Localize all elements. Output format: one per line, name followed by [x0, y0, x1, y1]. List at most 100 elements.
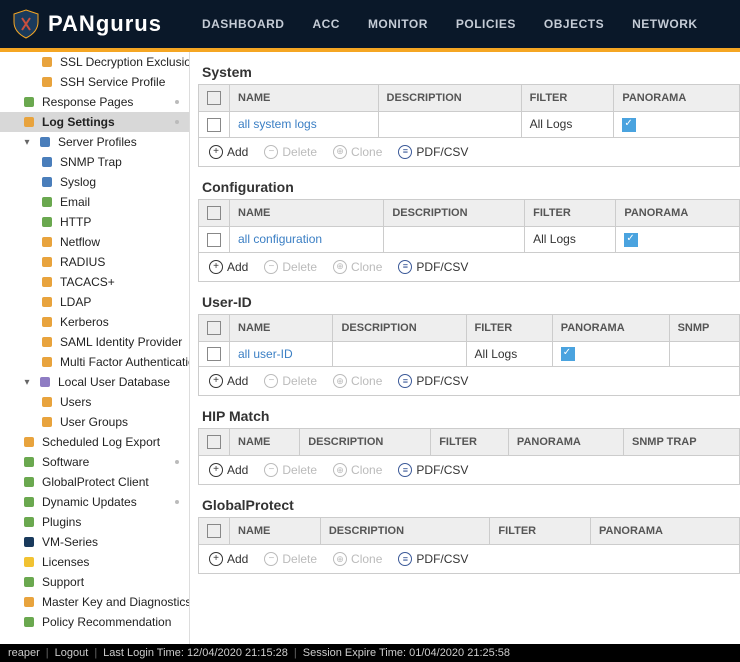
column-header[interactable]: FILTER: [431, 429, 509, 456]
column-header[interactable]: NAME: [230, 314, 333, 341]
nav-objects[interactable]: OBJECTS: [544, 17, 604, 31]
nav-dashboard[interactable]: DASHBOARD: [202, 17, 285, 31]
row-checkbox[interactable]: [207, 233, 221, 247]
sidebar-item-ldap[interactable]: LDAP: [0, 292, 189, 312]
row-checkbox[interactable]: [207, 347, 221, 361]
nav-monitor[interactable]: MONITOR: [368, 17, 428, 31]
add-button[interactable]: Add: [203, 550, 254, 568]
sidebar-item-tacacs-[interactable]: TACACS+: [0, 272, 189, 292]
user-orange-icon: [40, 395, 54, 409]
delete-button[interactable]: Delete: [258, 372, 323, 390]
sidebar-item-log-settings[interactable]: Log Settings: [0, 112, 189, 132]
column-header[interactable]: FILTER: [466, 314, 552, 341]
column-header[interactable]: FILTER: [525, 199, 616, 226]
sidebar-item-syslog[interactable]: Syslog: [0, 172, 189, 192]
row-checkbox[interactable]: [207, 118, 221, 132]
row-name-link[interactable]: all user-ID: [238, 347, 293, 361]
panorama-checkbox[interactable]: [624, 233, 638, 247]
clone-button[interactable]: Clone: [327, 258, 388, 276]
column-header[interactable]: NAME: [230, 199, 384, 226]
sidebar-item-plugins[interactable]: Plugins: [0, 512, 189, 532]
nav-acc[interactable]: ACC: [312, 17, 340, 31]
sidebar-item-globalprotect-client[interactable]: GlobalProtect Client: [0, 472, 189, 492]
sidebar-item-server-profiles[interactable]: ▾Server Profiles: [0, 132, 189, 152]
sidebar-item-ssh-service-profile[interactable]: SSH Service Profile: [0, 72, 189, 92]
sidebar-item-user-groups[interactable]: User Groups: [0, 412, 189, 432]
delete-button[interactable]: Delete: [258, 143, 323, 161]
pdf-csv-button[interactable]: PDF/CSV: [392, 143, 474, 161]
sidebar-item-multi-factor-authentication[interactable]: Multi Factor Authentication: [0, 352, 189, 372]
clone-button[interactable]: Clone: [327, 143, 388, 161]
sidebar-item-dynamic-updates[interactable]: Dynamic Updates: [0, 492, 189, 512]
clone-button[interactable]: Clone: [327, 372, 388, 390]
pdf-csv-button[interactable]: PDF/CSV: [392, 372, 474, 390]
vm-blue-icon: [22, 535, 36, 549]
pdf-csv-button[interactable]: PDF/CSV: [392, 258, 474, 276]
column-header[interactable]: PANORAMA: [614, 85, 740, 112]
column-header[interactable]: PANORAMA: [591, 518, 740, 545]
nav-network[interactable]: NETWORK: [632, 17, 698, 31]
clone-button[interactable]: Clone: [327, 461, 388, 479]
column-header[interactable]: NAME: [230, 518, 321, 545]
sidebar-item-label: Response Pages: [42, 95, 133, 109]
add-button[interactable]: Add: [203, 372, 254, 390]
sidebar-item-scheduled-log-export[interactable]: Scheduled Log Export: [0, 432, 189, 452]
panorama-checkbox[interactable]: [622, 118, 636, 132]
add-button[interactable]: Add: [203, 258, 254, 276]
sidebar-item-radius[interactable]: RADIUS: [0, 252, 189, 272]
column-header[interactable]: FILTER: [490, 518, 591, 545]
delete-button[interactable]: Delete: [258, 550, 323, 568]
data-table: NAMEDESCRIPTIONFILTERPANORAMAall configu…: [198, 199, 740, 253]
column-header[interactable]: DESCRIPTION: [378, 85, 521, 112]
sidebar-item-snmp-trap[interactable]: SNMP Trap: [0, 152, 189, 172]
delete-button[interactable]: Delete: [258, 258, 323, 276]
nav-policies[interactable]: POLICIES: [456, 17, 516, 31]
sidebar-item-master-key-and-diagnostics[interactable]: Master Key and Diagnostics: [0, 592, 189, 612]
select-all-checkbox[interactable]: [207, 206, 221, 220]
select-all-checkbox[interactable]: [207, 524, 221, 538]
table-row[interactable]: all user-IDAll Logs: [199, 341, 740, 367]
sidebar-item-kerberos[interactable]: Kerberos: [0, 312, 189, 332]
table-row[interactable]: all configurationAll Logs: [199, 226, 740, 252]
add-button[interactable]: Add: [203, 143, 254, 161]
sidebar-item-http[interactable]: HTTP: [0, 212, 189, 232]
column-header[interactable]: PANORAMA: [508, 429, 623, 456]
column-header[interactable]: DESCRIPTION: [300, 429, 431, 456]
panorama-checkbox[interactable]: [561, 347, 575, 361]
sidebar-item-local-user-database[interactable]: ▾Local User Database: [0, 372, 189, 392]
column-header[interactable]: DESCRIPTION: [333, 314, 466, 341]
row-name-link[interactable]: all system logs: [238, 117, 317, 131]
logout-link[interactable]: Logout: [55, 647, 89, 659]
column-header[interactable]: NAME: [230, 429, 300, 456]
row-name-link[interactable]: all configuration: [238, 232, 322, 246]
sidebar-item-users[interactable]: Users: [0, 392, 189, 412]
column-header[interactable]: SNMP TRAP: [624, 429, 740, 456]
column-header[interactable]: FILTER: [521, 85, 614, 112]
select-all-checkbox[interactable]: [207, 321, 221, 335]
column-header[interactable]: DESCRIPTION: [384, 199, 525, 226]
table-row[interactable]: all system logsAll Logs: [199, 112, 740, 138]
clone-button[interactable]: Clone: [327, 550, 388, 568]
pdf-csv-button[interactable]: PDF/CSV: [392, 550, 474, 568]
pdf-csv-button[interactable]: PDF/CSV: [392, 461, 474, 479]
column-header[interactable]: PANORAMA: [552, 314, 669, 341]
column-header[interactable]: SNMP: [669, 314, 739, 341]
sidebar-item-software[interactable]: Software: [0, 452, 189, 472]
sidebar-item-saml-identity-provider[interactable]: SAML Identity Provider: [0, 332, 189, 352]
sidebar-item-vm-series[interactable]: VM-Series: [0, 532, 189, 552]
select-all-checkbox[interactable]: [207, 91, 221, 105]
column-header[interactable]: DESCRIPTION: [320, 518, 490, 545]
sidebar-item-ssl-decryption-exclusion[interactable]: SSL Decryption Exclusion: [0, 52, 189, 72]
sidebar-item-response-pages[interactable]: Response Pages: [0, 92, 189, 112]
delete-button[interactable]: Delete: [258, 461, 323, 479]
sidebar-item-email[interactable]: Email: [0, 192, 189, 212]
lock-orange-icon: [40, 295, 54, 309]
sidebar-item-support[interactable]: Support: [0, 572, 189, 592]
sidebar-item-policy-recommendation[interactable]: Policy Recommendation: [0, 612, 189, 632]
select-all-checkbox[interactable]: [207, 435, 221, 449]
add-button[interactable]: Add: [203, 461, 254, 479]
column-header[interactable]: PANORAMA: [616, 199, 740, 226]
sidebar-item-netflow[interactable]: Netflow: [0, 232, 189, 252]
sidebar-item-licenses[interactable]: Licenses: [0, 552, 189, 572]
column-header[interactable]: NAME: [230, 85, 379, 112]
